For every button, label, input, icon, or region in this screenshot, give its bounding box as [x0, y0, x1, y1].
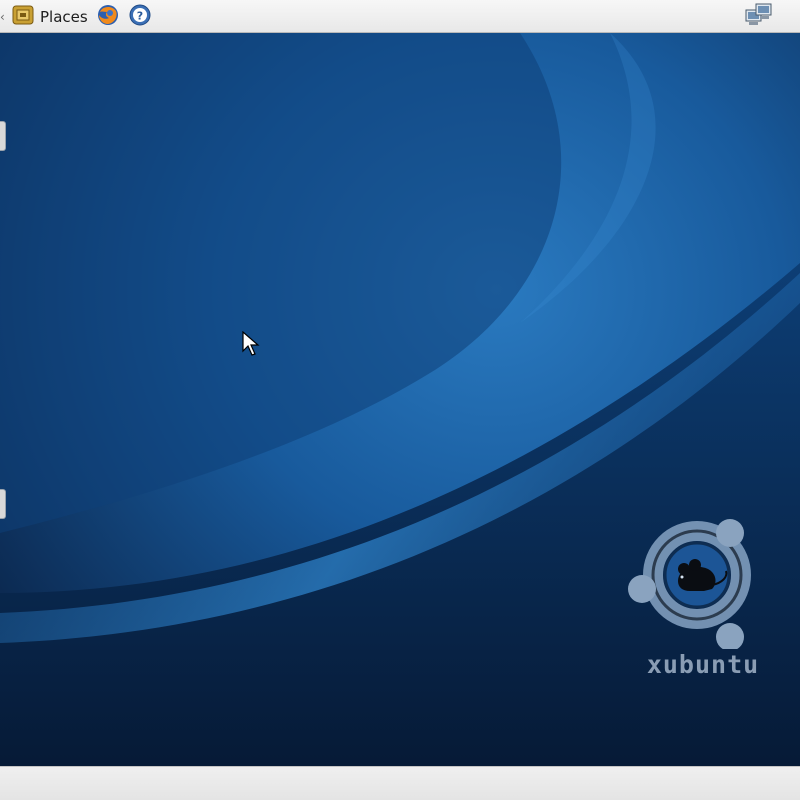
xubuntu-logo: [628, 519, 751, 649]
panel-left-arrow[interactable]: ‹: [0, 0, 5, 33]
top-panel: ‹ Places ?: [0, 0, 800, 33]
firefox-icon: [97, 4, 119, 30]
network-icon: [745, 2, 773, 32]
firefox-launcher[interactable]: [97, 0, 119, 33]
places-menu-icon: [12, 4, 34, 30]
help-launcher[interactable]: ?: [129, 0, 151, 33]
left-edge-handle-bottom[interactable]: [0, 489, 6, 519]
svg-text:?: ?: [137, 9, 143, 22]
places-menu-button[interactable]: Places: [12, 0, 88, 33]
desktop[interactable]: xubuntu: [0, 33, 800, 766]
places-label: Places: [40, 7, 88, 26]
network-status-button[interactable]: [745, 0, 773, 33]
help-icon: ?: [129, 4, 151, 30]
mouse-pointer-icon: [242, 331, 260, 356]
xubuntu-wordmark: xubuntu: [646, 650, 760, 679]
bottom-panel: [0, 766, 800, 800]
left-edge-handle-top[interactable]: [0, 121, 6, 151]
